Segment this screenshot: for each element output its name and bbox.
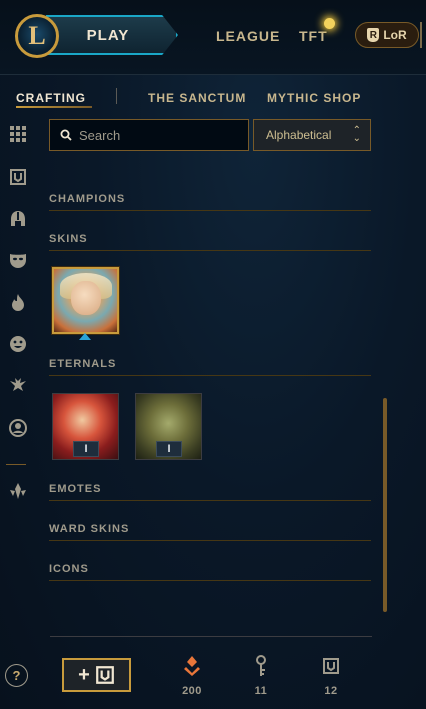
add-chest-button[interactable]: + — [62, 658, 131, 692]
section-ward-skins: WARD SKINS — [49, 523, 130, 535]
sort-select[interactable]: Alphabetical ⌃ ⌄ — [253, 119, 371, 151]
selected-marker-icon — [79, 333, 91, 340]
search-input[interactable] — [79, 127, 229, 143]
eternal-card[interactable]: I — [135, 393, 202, 460]
chest-count: 12 — [324, 685, 338, 697]
grid-icon[interactable] — [8, 124, 28, 144]
scrollbar-thumb[interactable] — [383, 398, 387, 612]
section-divider — [49, 210, 371, 211]
currency-chests: 12 — [316, 655, 346, 697]
chest-icon — [95, 666, 114, 684]
next-nav-edge — [420, 22, 426, 48]
currency-keys: 11 — [246, 655, 276, 697]
logo-letter: L — [28, 21, 46, 50]
section-divider — [49, 540, 371, 541]
section-skins: SKINS — [49, 233, 88, 245]
section-divider — [49, 580, 371, 581]
eternal-card[interactable]: I — [52, 393, 119, 460]
chest-icon[interactable] — [8, 167, 28, 187]
sort-chevron-icon: ⌃ ⌄ — [352, 125, 361, 144]
lor-label: LoR — [383, 28, 407, 42]
mask-icon[interactable] — [8, 250, 28, 270]
section-eternals: ETERNALS — [49, 358, 117, 370]
eternal-series-badge: I — [73, 441, 99, 457]
flame-icon[interactable] — [8, 292, 28, 312]
profile-icon[interactable] — [8, 418, 28, 438]
league-logo[interactable]: L — [15, 14, 59, 58]
key-count: 11 — [254, 685, 268, 697]
orange-essence-icon — [183, 655, 201, 677]
emote-icon[interactable] — [8, 334, 28, 354]
skin-art-face — [71, 281, 101, 315]
ward-icon[interactable] — [8, 376, 28, 396]
notification-dot — [324, 18, 335, 29]
tft-icon[interactable] — [8, 481, 28, 501]
chest-icon — [322, 655, 340, 677]
orange-essence-value: 200 — [182, 685, 202, 697]
currency-orange-essence: 200 — [177, 655, 207, 697]
section-emotes: EMOTES — [49, 483, 102, 495]
help-button[interactable]: ? — [5, 664, 28, 687]
search-icon — [60, 129, 72, 141]
search-box[interactable] — [49, 119, 249, 151]
nav-league[interactable]: LEAGUE — [216, 28, 280, 44]
lor-icon: R — [367, 28, 380, 42]
section-champions: CHAMPIONS — [49, 193, 126, 205]
skin-card[interactable] — [52, 267, 119, 334]
lor-button[interactable]: R LoR — [355, 22, 419, 48]
nav-tft[interactable]: TFT — [299, 28, 328, 44]
section-divider — [49, 250, 371, 251]
play-button-label: PLAY — [86, 26, 130, 44]
eternal-series-badge: I — [156, 441, 182, 457]
add-label: + — [78, 663, 90, 686]
tab-separator — [116, 88, 117, 104]
helmet-icon[interactable] — [8, 209, 28, 229]
sidebar-divider — [6, 464, 26, 465]
footer-divider — [50, 636, 372, 637]
section-divider — [49, 500, 371, 501]
active-tab-underline — [16, 106, 92, 108]
sort-selected-value: Alphabetical — [266, 128, 332, 142]
tab-crafting[interactable]: CRAFTING — [16, 91, 86, 105]
section-icons: ICONS — [49, 563, 89, 575]
tab-mythic-shop[interactable]: MYTHIC SHOP — [267, 91, 361, 105]
tab-the-sanctum[interactable]: THE SANCTUM — [148, 91, 246, 105]
section-divider — [49, 375, 371, 376]
key-icon — [254, 655, 268, 677]
play-button[interactable]: PLAY — [46, 15, 178, 55]
